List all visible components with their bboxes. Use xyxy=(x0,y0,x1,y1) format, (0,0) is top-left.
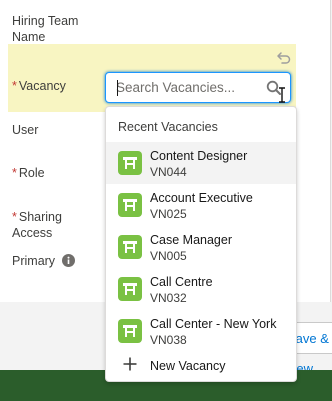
role-label-text: Role xyxy=(18,166,45,180)
vacancy-option[interactable]: Case Manager VN005 xyxy=(106,226,296,268)
undo-icon[interactable] xyxy=(276,50,292,66)
role-label: * Role xyxy=(12,165,45,181)
dropdown-header: Recent Vacancies xyxy=(118,120,218,134)
plus-icon xyxy=(123,357,137,371)
mouse-cursor-icon xyxy=(279,87,285,103)
vacancy-label: * Vacancy xyxy=(12,78,66,94)
vacancy-option-name: Case Manager xyxy=(150,233,232,247)
user-label: User xyxy=(12,123,39,137)
vacancy-dropdown: Recent Vacancies Content Designer VN044 … xyxy=(105,106,297,382)
vacancy-option[interactable]: Account Executive VN025 xyxy=(106,184,296,226)
required-marker: * xyxy=(12,79,17,93)
page: Save & New Hiring Team Name *Vacancy Use… xyxy=(0,0,332,401)
info-icon[interactable] xyxy=(62,254,75,267)
vacancy-search-box[interactable] xyxy=(105,72,291,103)
new-vacancy-option[interactable]: New Vacancy xyxy=(106,353,296,381)
sharing-access-label: * Sharing Access xyxy=(12,209,62,241)
vacancy-option[interactable]: Call Center - New York VN038 xyxy=(106,310,296,352)
vacancy-option-name: Call Centre xyxy=(150,275,213,289)
vacancy-option[interactable]: Content Designer VN044 xyxy=(106,142,296,184)
vacancy-option[interactable]: Call Centre VN032 xyxy=(106,268,296,310)
required-marker: * xyxy=(12,166,17,180)
vacancy-label-text: Vacancy xyxy=(18,79,66,93)
vacancy-option-name: Content Designer xyxy=(150,149,248,163)
vacancy-search-input[interactable] xyxy=(116,73,266,102)
vacancy-option-code: VN038 xyxy=(150,333,187,347)
vacancy-option-name: Call Center - New York xyxy=(150,317,277,331)
vacancy-option-code: VN032 xyxy=(150,291,187,305)
vacancy-icon xyxy=(118,235,142,259)
text-caret xyxy=(117,80,118,96)
primary-label: Primary xyxy=(12,254,56,268)
required-marker: * xyxy=(12,210,17,224)
new-vacancy-label: New Vacancy xyxy=(150,359,226,373)
vacancy-icon xyxy=(118,277,142,301)
vacancy-option-code: VN025 xyxy=(150,207,187,221)
sharing-access-label-text: Sharing Access xyxy=(12,210,62,240)
vacancy-icon xyxy=(118,151,142,175)
hiring-team-name-label: Hiring Team Name xyxy=(12,14,79,44)
vacancy-option-code: VN044 xyxy=(150,165,187,179)
vacancy-option-code: VN005 xyxy=(150,249,187,263)
vacancy-icon xyxy=(118,193,142,217)
vacancy-option-name: Account Executive xyxy=(150,191,253,205)
vacancy-icon xyxy=(118,319,142,343)
